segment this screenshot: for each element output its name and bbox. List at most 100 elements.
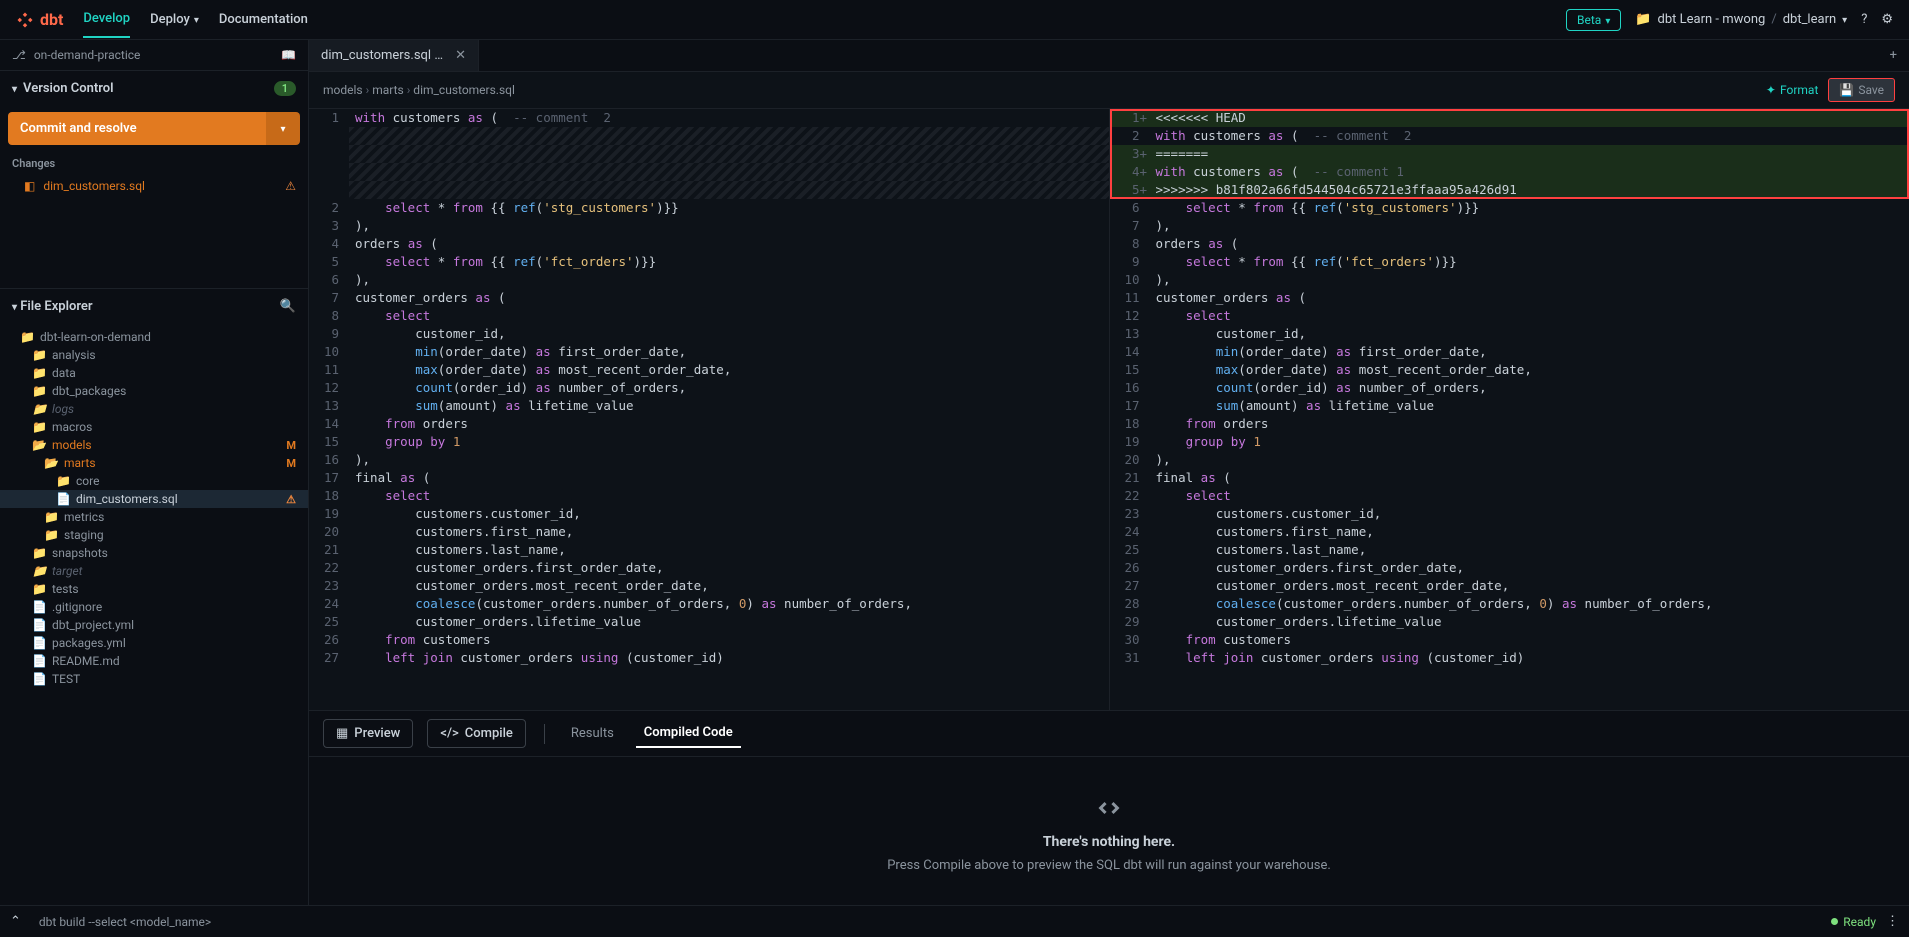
code-line[interactable]: 20), bbox=[1110, 451, 1909, 469]
code-line[interactable]: 19 customers.customer_id, bbox=[309, 505, 1109, 523]
code-line[interactable]: 27 customer_orders.most_recent_order_dat… bbox=[1110, 577, 1909, 595]
version-control-header[interactable]: Version Control 1 bbox=[0, 71, 308, 106]
beta-tag[interactable]: Beta bbox=[1566, 9, 1621, 31]
code-line[interactable]: 22 select bbox=[1110, 487, 1909, 505]
code-line[interactable]: 6), bbox=[309, 271, 1109, 289]
tree-folder[interactable]: 📁tests bbox=[0, 580, 308, 598]
code-line[interactable]: 16 count(order_id) as number_of_orders, bbox=[1110, 379, 1909, 397]
code-line[interactable]: 26 from customers bbox=[309, 631, 1109, 649]
save-button[interactable]: 💾 Save bbox=[1828, 78, 1895, 102]
diff-pane-right[interactable]: 1<<<<<<< HEAD2with customers as ( -- com… bbox=[1110, 109, 1909, 710]
code-line[interactable]: 5 select * from {{ ref('fct_orders')}} bbox=[309, 253, 1109, 271]
code-line[interactable]: 11 max(order_date) as most_recent_order_… bbox=[309, 361, 1109, 379]
code-line[interactable]: 3======= bbox=[1110, 145, 1909, 163]
tab-results[interactable]: Results bbox=[563, 720, 622, 747]
code-line[interactable]: 30 from customers bbox=[1110, 631, 1909, 649]
code-line[interactable]: 12 select bbox=[1110, 307, 1909, 325]
nav-deploy[interactable]: Deploy bbox=[150, 1, 199, 38]
code-line[interactable]: 9 customer_id, bbox=[309, 325, 1109, 343]
preview-button[interactable]: ▦ Preview bbox=[323, 719, 413, 748]
tab-compiled-code[interactable]: Compiled Code bbox=[636, 719, 741, 748]
tree-file[interactable]: 📄TEST bbox=[0, 670, 308, 688]
code-line[interactable]: 21final as ( bbox=[1110, 469, 1909, 487]
tree-file[interactable]: 📄README.md bbox=[0, 652, 308, 670]
nav-docs[interactable]: Documentation bbox=[219, 1, 308, 38]
nav-develop[interactable]: Develop bbox=[83, 1, 130, 38]
code-line[interactable]: 19 group by 1 bbox=[1110, 433, 1909, 451]
close-tab-icon[interactable]: ✕ bbox=[455, 48, 466, 63]
code-line[interactable]: 29 customer_orders.lifetime_value bbox=[1110, 613, 1909, 631]
code-line[interactable]: 2with customers as ( -- comment 2 bbox=[1110, 127, 1909, 145]
tree-file[interactable]: 📄packages.yml bbox=[0, 634, 308, 652]
code-line[interactable]: 26 customer_orders.first_order_date, bbox=[1110, 559, 1909, 577]
tree-folder[interactable]: 📁target bbox=[0, 562, 308, 580]
code-line[interactable]: 24 coalesce(customer_orders.number_of_or… bbox=[309, 595, 1109, 613]
code-line[interactable]: 25 customers.last_name, bbox=[1110, 541, 1909, 559]
tree-folder[interactable]: 📁dbt_packages bbox=[0, 382, 308, 400]
tree-file[interactable]: 📄dbt_project.yml bbox=[0, 616, 308, 634]
code-line[interactable]: 23 customers.customer_id, bbox=[1110, 505, 1909, 523]
format-button[interactable]: ✦ Format bbox=[1766, 78, 1818, 102]
code-line[interactable]: 31 left join customer_orders using (cust… bbox=[1110, 649, 1909, 667]
code-line[interactable] bbox=[309, 163, 1109, 181]
code-line[interactable] bbox=[309, 181, 1109, 199]
more-icon[interactable]: ⋮ bbox=[1886, 914, 1899, 929]
code-line[interactable]: 17final as ( bbox=[309, 469, 1109, 487]
file-tab[interactable]: dim_customers.sql (confli... ✕ bbox=[309, 40, 479, 71]
code-line[interactable]: 22 customer_orders.first_order_date, bbox=[309, 559, 1109, 577]
tree-folder[interactable]: 📁staging bbox=[0, 526, 308, 544]
tree-folder[interactable]: 📁analysis bbox=[0, 346, 308, 364]
code-line[interactable]: 10 min(order_date) as first_order_date, bbox=[309, 343, 1109, 361]
tree-folder[interactable]: 📁logs bbox=[0, 400, 308, 418]
code-line[interactable]: 28 coalesce(customer_orders.number_of_or… bbox=[1110, 595, 1909, 613]
commit-button[interactable]: Commit and resolve bbox=[8, 112, 266, 145]
code-line[interactable]: 6 select * from {{ ref('stg_customers')}… bbox=[1110, 199, 1909, 217]
code-line[interactable]: 10), bbox=[1110, 271, 1909, 289]
code-line[interactable]: 18 select bbox=[309, 487, 1109, 505]
commit-dropdown[interactable] bbox=[266, 112, 300, 145]
branch-bar[interactable]: ⎇ on-demand-practice 📖 bbox=[0, 40, 308, 71]
code-line[interactable]: 1with customers as ( -- comment 2 bbox=[309, 109, 1109, 127]
diff-pane-left[interactable]: 1with customers as ( -- comment 2 2 selec… bbox=[309, 109, 1110, 710]
tree-folder[interactable]: 📁core bbox=[0, 472, 308, 490]
tree-folder[interactable]: 📁metrics bbox=[0, 508, 308, 526]
code-line[interactable]: 15 group by 1 bbox=[309, 433, 1109, 451]
code-line[interactable]: 5>>>>>>> b81f802a66fd544504c65721e3ffaaa… bbox=[1110, 181, 1909, 199]
project-breadcrumb[interactable]: 📁 dbt Learn - mwong / dbt_learn bbox=[1635, 12, 1847, 27]
tree-folder[interactable]: 📂modelsM bbox=[0, 436, 308, 454]
code-line[interactable]: 1<<<<<<< HEAD bbox=[1110, 109, 1909, 127]
changed-file-item[interactable]: ◧ dim_customers.sql ⚠ bbox=[0, 174, 308, 198]
book-icon[interactable]: 📖 bbox=[281, 48, 296, 62]
code-line[interactable]: 13 customer_id, bbox=[1110, 325, 1909, 343]
code-line[interactable]: 8orders as ( bbox=[1110, 235, 1909, 253]
code-line[interactable]: 4with customers as ( -- comment 1 bbox=[1110, 163, 1909, 181]
code-line[interactable] bbox=[309, 145, 1109, 163]
code-line[interactable] bbox=[309, 127, 1109, 145]
compile-button[interactable]: </> Compile bbox=[427, 719, 526, 748]
code-line[interactable]: 15 max(order_date) as most_recent_order_… bbox=[1110, 361, 1909, 379]
code-line[interactable]: 3), bbox=[309, 217, 1109, 235]
search-icon[interactable]: 🔍 bbox=[280, 299, 296, 314]
code-line[interactable]: 23 customer_orders.most_recent_order_dat… bbox=[309, 577, 1109, 595]
code-line[interactable]: 9 select * from {{ ref('fct_orders')}} bbox=[1110, 253, 1909, 271]
code-line[interactable]: 24 customers.first_name, bbox=[1110, 523, 1909, 541]
code-line[interactable]: 17 sum(amount) as lifetime_value bbox=[1110, 397, 1909, 415]
code-line[interactable]: 16), bbox=[309, 451, 1109, 469]
code-line[interactable]: 11customer_orders as ( bbox=[1110, 289, 1909, 307]
tree-folder[interactable]: 📁dbt-learn-on-demand bbox=[0, 328, 308, 346]
help-icon[interactable]: ? bbox=[1861, 12, 1867, 27]
tree-folder[interactable]: 📁data bbox=[0, 364, 308, 382]
code-line[interactable]: 25 customer_orders.lifetime_value bbox=[309, 613, 1109, 631]
code-line[interactable]: 21 customers.last_name, bbox=[309, 541, 1109, 559]
settings-icon[interactable]: ⚙ bbox=[1881, 12, 1893, 27]
logo[interactable]: dbt bbox=[16, 10, 63, 29]
command-input[interactable]: dbt build --select <model_name> bbox=[31, 911, 1821, 933]
code-line[interactable]: 2 select * from {{ ref('stg_customers')}… bbox=[309, 199, 1109, 217]
code-line[interactable]: 7customer_orders as ( bbox=[309, 289, 1109, 307]
tree-file[interactable]: 📄.gitignore bbox=[0, 598, 308, 616]
code-line[interactable]: 4orders as ( bbox=[309, 235, 1109, 253]
chevron-up-icon[interactable]: ⌃ bbox=[10, 914, 21, 929]
tree-file[interactable]: 📄dim_customers.sql⚠ bbox=[0, 490, 308, 508]
file-explorer-header[interactable]: File Explorer 🔍 bbox=[0, 288, 308, 324]
code-line[interactable]: 18 from orders bbox=[1110, 415, 1909, 433]
